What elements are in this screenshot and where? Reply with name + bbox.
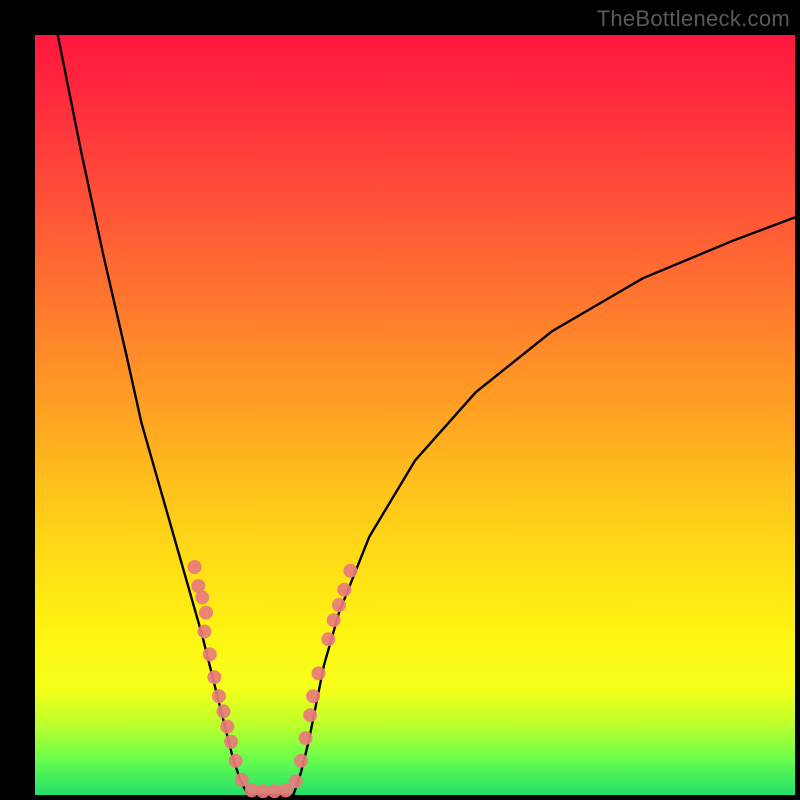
chart-frame: TheBottleneck.com xyxy=(0,0,800,800)
curve-layer xyxy=(35,35,795,795)
watermark-text: TheBottleneck.com xyxy=(597,6,790,32)
data-dots xyxy=(188,560,358,798)
bottleneck-curve xyxy=(58,35,795,795)
plot-area xyxy=(35,35,795,795)
